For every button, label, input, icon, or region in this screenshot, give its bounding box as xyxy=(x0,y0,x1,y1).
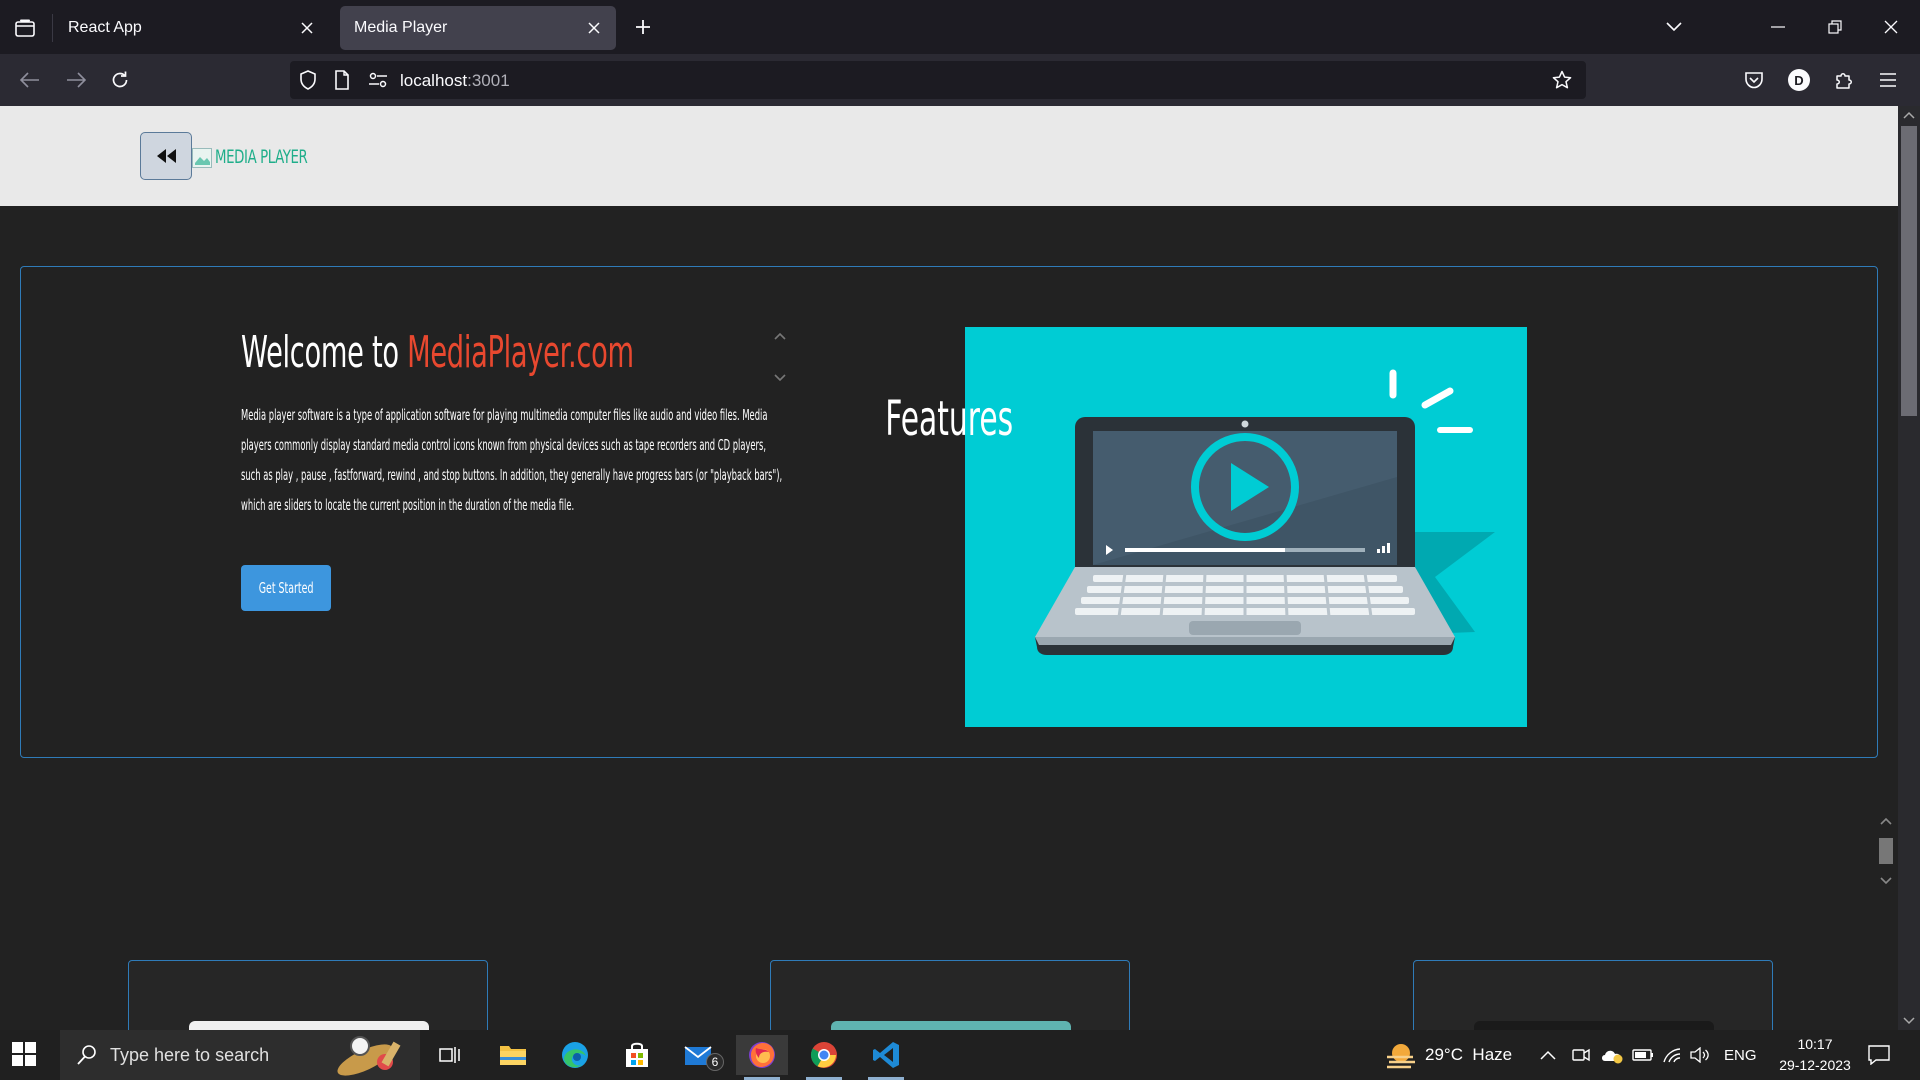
get-started-label: Get Started xyxy=(258,579,314,597)
mail-icon[interactable]: 6 xyxy=(674,1035,726,1075)
page-viewport: MEDIA PLAYER Welcome to MediaPlayer.com … xyxy=(0,106,1898,1030)
window-close-icon[interactable] xyxy=(1876,12,1906,42)
language-text: ENG xyxy=(1724,1046,1757,1064)
close-icon[interactable] xyxy=(297,18,317,38)
account-avatar[interactable]: D xyxy=(1783,64,1815,96)
hamburger-menu-icon[interactable] xyxy=(1872,64,1904,96)
shield-icon[interactable] xyxy=(298,70,318,90)
minimize-icon[interactable] xyxy=(1763,12,1793,42)
windows-taskbar: Type here to search 6 29°C Haze ENG 10:1… xyxy=(0,1030,1920,1080)
edge-browser-icon[interactable] xyxy=(549,1035,601,1075)
site-permissions-icon[interactable] xyxy=(368,70,388,90)
feature-card[interactable] xyxy=(1413,960,1773,1030)
tab-list-icon[interactable] xyxy=(10,13,40,43)
taskbar-search-box[interactable]: Type here to search xyxy=(60,1030,420,1080)
tab-label: React App xyxy=(68,19,142,36)
back-arrow-icon[interactable] xyxy=(14,64,46,96)
new-tab-plus-icon[interactable] xyxy=(630,14,656,40)
forward-arrow-icon[interactable] xyxy=(60,64,92,96)
system-clock[interactable]: 10:17 29-12-2023 xyxy=(1760,1034,1870,1076)
url-port: :3001 xyxy=(467,71,510,90)
tab-separator xyxy=(52,14,53,42)
windows-start-icon[interactable] xyxy=(12,1042,38,1068)
file-explorer-icon[interactable] xyxy=(487,1035,539,1075)
pocket-icon[interactable] xyxy=(1738,64,1770,96)
extensions-puzzle-icon[interactable] xyxy=(1828,64,1860,96)
tab-label: Media Player xyxy=(354,19,448,36)
url-host: localhost xyxy=(400,71,468,90)
page-scrollbar[interactable] xyxy=(1898,106,1920,1030)
browser-nav-bar: localhost:3001 D xyxy=(0,54,1920,106)
feature-card-image xyxy=(189,1021,429,1030)
mail-badge: 6 xyxy=(706,1053,724,1071)
features-section: Features xyxy=(0,106,1898,447)
feature-card-image xyxy=(1474,1021,1714,1030)
weather-text: 29°C Haze xyxy=(1425,1045,1513,1064)
feature-card[interactable] xyxy=(770,960,1130,1030)
page-icon[interactable] xyxy=(332,70,352,90)
browser-tab-bar: React App Media Player xyxy=(0,0,1920,54)
bookmark-star-icon[interactable] xyxy=(1552,70,1572,90)
feature-card-image xyxy=(831,1021,1071,1030)
meet-now-icon[interactable] xyxy=(1572,1030,1590,1080)
restore-icon[interactable] xyxy=(1820,12,1850,42)
tab-media-player[interactable]: Media Player xyxy=(340,6,616,50)
close-icon[interactable] xyxy=(584,18,604,38)
notifications-icon[interactable] xyxy=(1868,1030,1890,1080)
language-indicator[interactable]: ENG xyxy=(1724,1030,1757,1080)
show-hidden-icons-chevron-up-icon[interactable] xyxy=(1540,1030,1556,1080)
profile-initial: D xyxy=(1788,69,1810,91)
chevron-down-icon[interactable] xyxy=(1659,12,1689,42)
weather-haze-icon xyxy=(1387,1044,1415,1069)
firefox-icon[interactable] xyxy=(736,1035,788,1080)
clock-time: 10:17 xyxy=(1797,1036,1833,1052)
get-started-button[interactable]: Get Started xyxy=(241,565,331,611)
scrollbar-thumb[interactable] xyxy=(1901,126,1917,416)
microsoft-store-icon[interactable] xyxy=(611,1035,663,1075)
address-bar[interactable]: localhost:3001 xyxy=(290,61,1586,99)
onedrive-icon[interactable] xyxy=(1600,1030,1624,1080)
wifi-icon[interactable] xyxy=(1662,1030,1682,1080)
chrome-icon[interactable] xyxy=(798,1035,850,1080)
search-placeholder: Type here to search xyxy=(110,1044,270,1065)
floating-scrollbar[interactable] xyxy=(1876,816,1896,888)
search-highlight-icon xyxy=(337,1036,401,1076)
features-title: Features xyxy=(885,391,1013,447)
reload-icon[interactable] xyxy=(104,64,136,96)
battery-icon[interactable] xyxy=(1632,1030,1654,1080)
clock-date: 29-12-2023 xyxy=(1779,1057,1851,1073)
tab-react-app[interactable]: React App xyxy=(54,6,329,50)
weather-widget[interactable]: 29°C Haze xyxy=(1385,1030,1512,1080)
search-icon xyxy=(77,1045,96,1065)
task-view-icon[interactable] xyxy=(424,1035,476,1075)
vscode-icon[interactable] xyxy=(860,1035,912,1080)
feature-card[interactable] xyxy=(128,960,488,1030)
url-text[interactable]: localhost:3001 xyxy=(400,71,510,91)
volume-icon[interactable] xyxy=(1690,1030,1710,1080)
